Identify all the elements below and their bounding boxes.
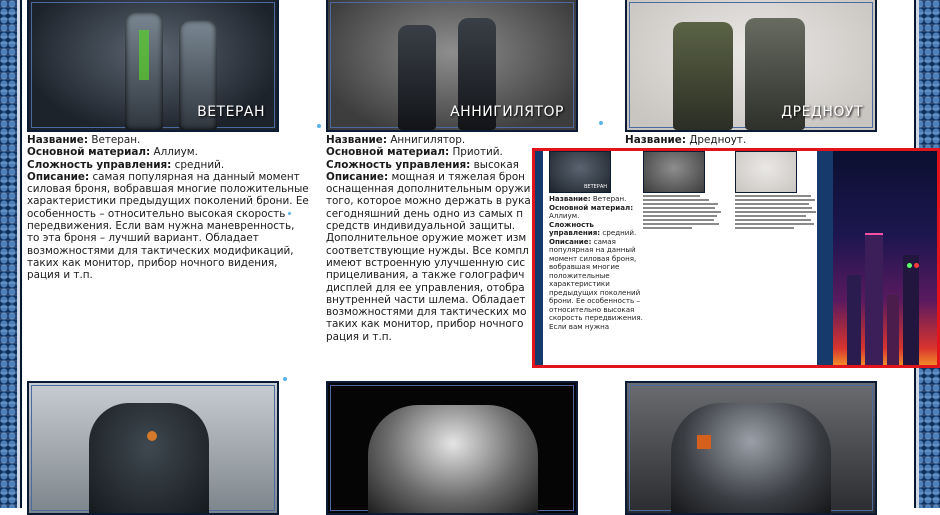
page-preview-highlight[interactable]: ВЕТЕРАН Название: Ветеран. Основной мате…: [532, 148, 940, 368]
preview-text-lines: [735, 195, 819, 231]
armor-image-row2-2[interactable]: [326, 381, 578, 515]
decor-dot: [317, 124, 321, 128]
armor-description-text: самая популярная на данный момент силова…: [27, 170, 309, 282]
preview-description: Название: Ветеран. Основной материал: Ал…: [549, 194, 643, 331]
preview-text-lines: [643, 195, 725, 231]
decor-dot: [599, 121, 603, 125]
armor-description-veteran: Название: Ветеран. Основной материал: Ал…: [27, 134, 309, 282]
armor-caption-dreadnought: ДРЕДНОУТ: [781, 104, 863, 120]
armor-image-row2-1[interactable]: [27, 381, 279, 515]
armor-image-annihilator[interactable]: АННИГИЛЯТОР: [326, 0, 578, 132]
preview-thumb-2: [643, 151, 705, 193]
left-decorative-border: [0, 0, 22, 508]
armor-image-veteran[interactable]: ВЕТЕРАН: [27, 0, 279, 132]
armor-caption-veteran: ВЕТЕРАН: [197, 104, 265, 120]
armor-material-value: Аллиум.: [153, 146, 198, 159]
armor-description-annihilator: Название: Аннигилятор. Основной материал…: [326, 134, 531, 343]
preview-thumb-3: [735, 151, 797, 193]
armor-control-value: средний.: [174, 158, 225, 171]
armor-image-row2-3[interactable]: [625, 381, 877, 515]
armor-description-dreadnought: Название: Дредноут.: [625, 134, 747, 146]
preview-thumb-veteran: ВЕТЕРАН: [549, 151, 611, 193]
armor-caption-annihilator: АННИГИЛЯТОР: [450, 104, 564, 120]
armor-image-dreadnought[interactable]: ДРЕДНОУТ: [625, 0, 877, 132]
armor-name-value: Ветеран.: [91, 134, 141, 146]
preview-city-background: [817, 151, 937, 365]
decor-dot: [283, 377, 287, 381]
decor-dot: [288, 212, 291, 215]
